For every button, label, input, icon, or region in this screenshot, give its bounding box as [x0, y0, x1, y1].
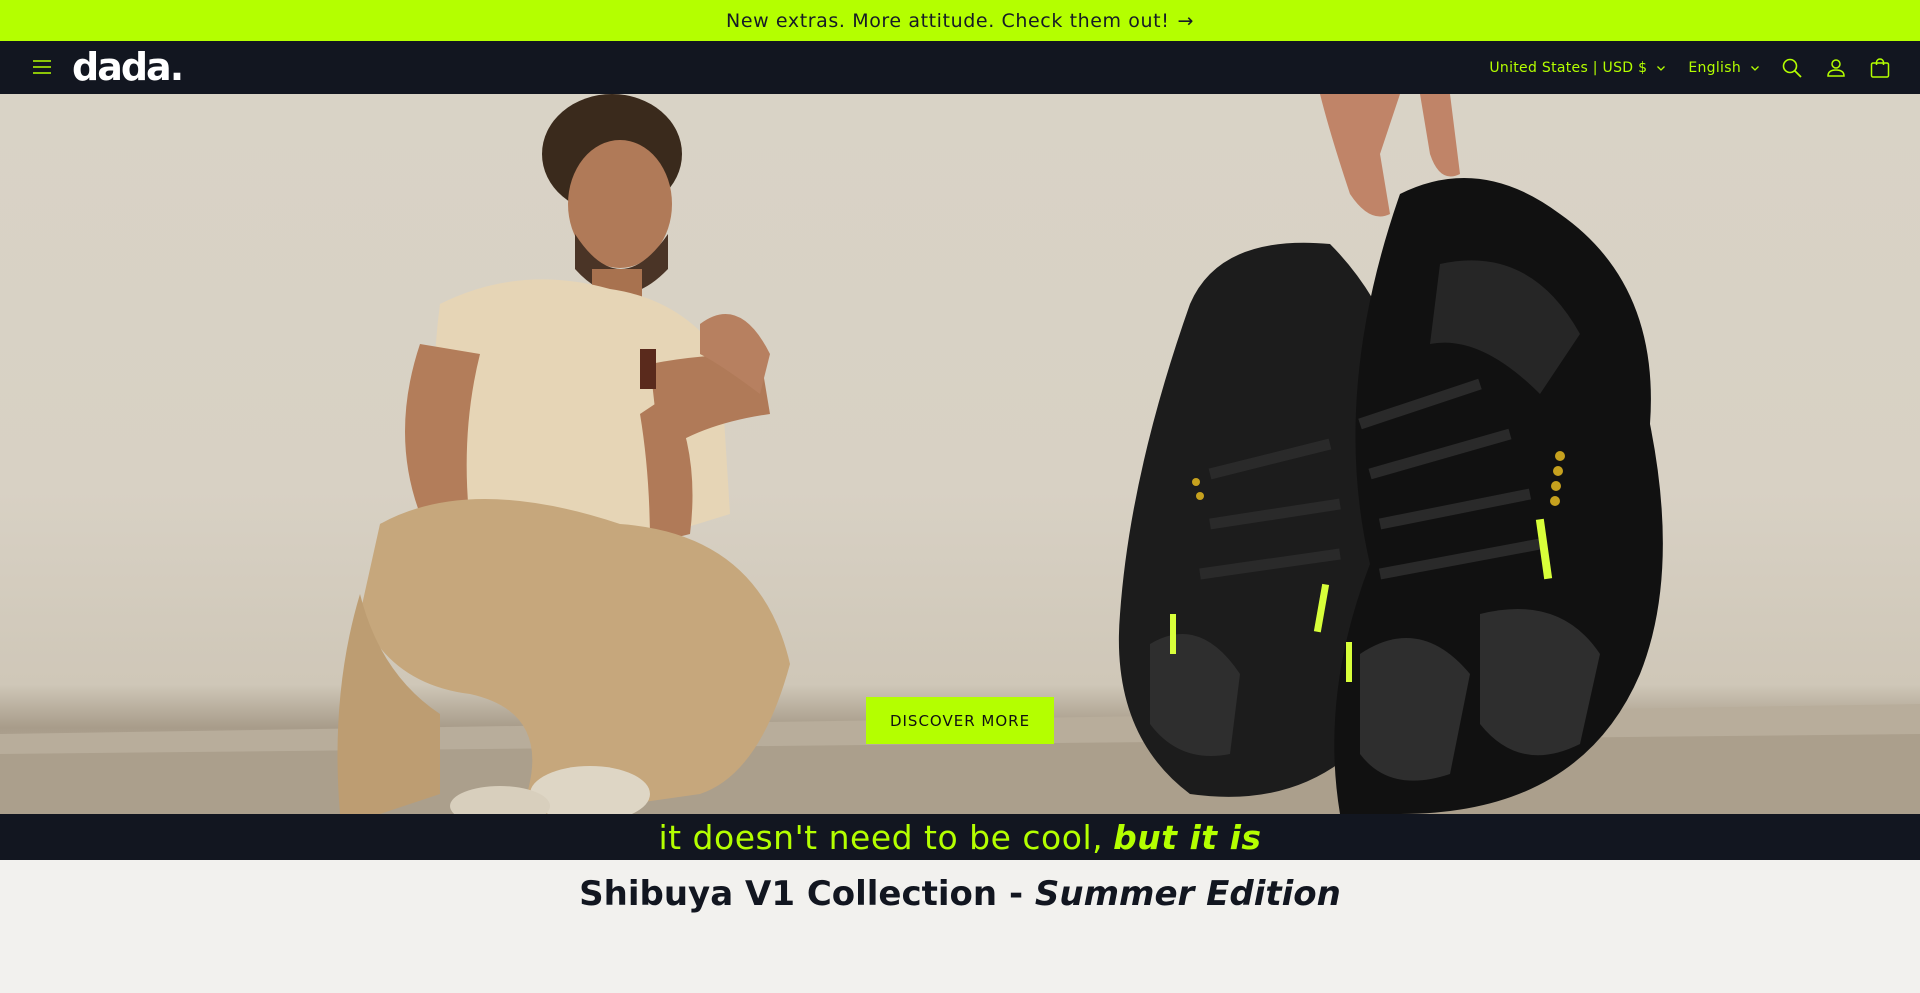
- search-icon[interactable]: [1780, 56, 1804, 80]
- tagline-bar: it doesn't need to be cool, but it is: [0, 814, 1920, 860]
- arrow-right-icon: →: [1177, 9, 1194, 32]
- logo[interactable]: dada.: [72, 45, 184, 89]
- discover-more-button[interactable]: DISCOVER MORE: [866, 697, 1054, 744]
- account-icon[interactable]: [1824, 56, 1848, 80]
- announcement-text: New extras. More attitude. Check them ou…: [726, 9, 1170, 32]
- language-selector-label: English: [1688, 59, 1741, 76]
- header-actions: United States | USD $ English: [1489, 41, 1892, 94]
- language-selector[interactable]: English: [1688, 60, 1760, 76]
- collection-title-edition: Summer Edition: [1034, 874, 1341, 914]
- country-selector-label: United States | USD $: [1489, 59, 1648, 76]
- collection-title-main: Shibuya V1 Collection -: [579, 874, 1024, 914]
- country-selector[interactable]: United States | USD $: [1489, 60, 1666, 76]
- site-header: dada. United States | USD $ English: [0, 41, 1920, 94]
- chevron-down-icon: [1657, 65, 1666, 71]
- chevron-down-icon: [1751, 65, 1759, 71]
- cart-icon[interactable]: [1868, 56, 1892, 80]
- hero-banner: DISCOVER MORE: [0, 94, 1920, 814]
- announcement-bar[interactable]: New extras. More attitude. Check them ou…: [0, 0, 1920, 41]
- tagline-emphasis: but it is: [1113, 817, 1262, 857]
- menu-icon[interactable]: [30, 55, 54, 79]
- tagline-text: it doesn't need to be cool,: [658, 817, 1104, 857]
- collection-title: Shibuya V1 Collection - Summer Edition: [0, 874, 1920, 914]
